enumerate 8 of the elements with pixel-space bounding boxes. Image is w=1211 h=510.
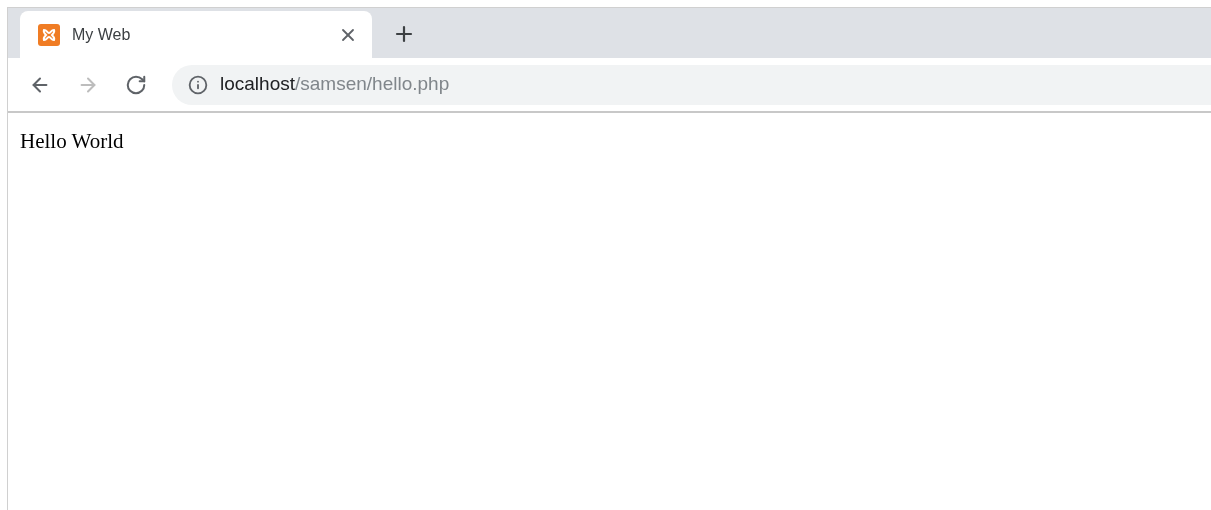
tab-title: My Web <box>72 24 132 45</box>
url-text: localhost/samsen/hello.php <box>220 72 450 97</box>
app-logo-icon <box>38 23 60 46</box>
info-icon <box>188 74 208 95</box>
browser-tab[interactable]: My Web <box>20 11 372 58</box>
page-text: Hello World <box>20 128 125 155</box>
address-bar[interactable]: localhost/samsen/hello.php <box>172 64 1211 105</box>
reload-icon <box>125 73 147 96</box>
